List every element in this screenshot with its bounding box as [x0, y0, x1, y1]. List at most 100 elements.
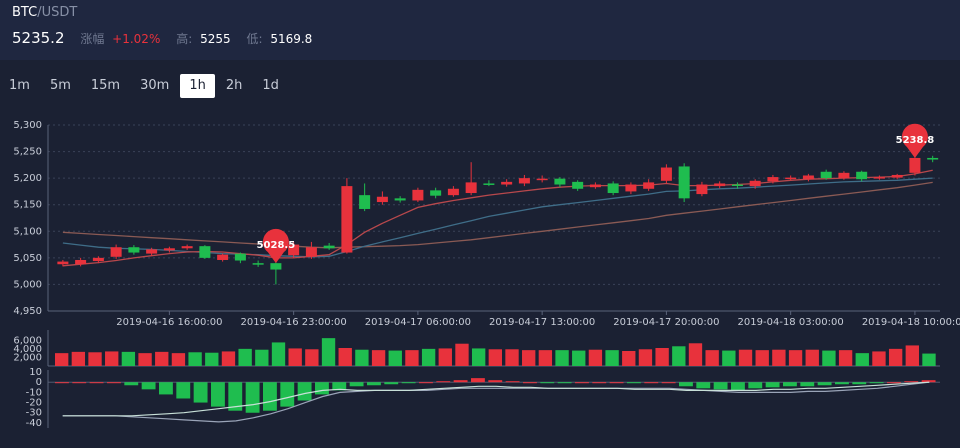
price-axis-label: 4,950 [13, 306, 42, 317]
volume-bar [572, 350, 586, 366]
price-axis-label: 5,000 [13, 279, 42, 290]
macd-hist-bar [783, 382, 797, 387]
macd-hist-bar [765, 382, 780, 388]
candle-body [891, 174, 903, 178]
macd-hist-bar [453, 380, 468, 383]
candle-body [483, 183, 495, 185]
candle-body [501, 181, 513, 185]
tab-1h[interactable]: 1h [180, 74, 215, 98]
tab-15m[interactable]: 15m [82, 74, 129, 98]
macd-hist-bar [55, 382, 69, 384]
tab-1d[interactable]: 1d [253, 74, 288, 98]
macd-hist-bar [419, 382, 433, 384]
macd-signal-line [62, 381, 930, 423]
volume-bar [488, 349, 503, 366]
volume-bar [421, 348, 436, 366]
volume-bar [755, 350, 769, 366]
macd-hist-bar [575, 382, 589, 384]
volume-bar [588, 349, 603, 366]
price-axis-label: 5,050 [13, 253, 42, 264]
macd-hist-bar [297, 382, 312, 401]
volume-bar [905, 345, 919, 366]
candle-body [234, 253, 246, 261]
candle-body [731, 184, 743, 187]
candle-body [785, 177, 797, 180]
candle-body [305, 247, 317, 257]
volume-bar [788, 350, 803, 366]
volume-bar [121, 351, 136, 366]
volume-bar [55, 353, 69, 366]
macd-hist-bar [176, 382, 191, 399]
volume-bar [505, 349, 519, 366]
volume-bar [88, 352, 102, 366]
volume-bar [538, 350, 553, 366]
macd-hist-bar [731, 382, 745, 391]
time-axis-label: 2019-04-16 16:00:00 [116, 317, 222, 328]
volume-bar [221, 351, 236, 366]
volume-bar [321, 338, 336, 366]
candle-body [394, 198, 406, 201]
kline-chart[interactable]: 5,300 5,250 5,200 5,150 5,100 5,050 5,000 4,950… [0, 108, 960, 444]
kline-chart-area[interactable]: 5,300 5,250 5,200 5,150 5,100 5,050 5,000 4,950… [0, 108, 960, 444]
pair-base: BTC [12, 5, 38, 20]
candle-body [217, 254, 229, 260]
time-axis-label: 2019-04-18 10:00:00 [862, 317, 960, 328]
volume-bar [171, 353, 186, 366]
macd-hist-bar [315, 382, 329, 395]
high-value: 5255 [200, 32, 231, 46]
time-axis-label: 2019-04-17 06:00:00 [365, 317, 471, 328]
candle-body [660, 167, 672, 181]
candle-body [270, 263, 282, 270]
volume-bar [638, 349, 653, 366]
candle-body [199, 246, 211, 258]
ticker-stats: 5235.2 涨幅 +1.02% 高: 5255 低: 5169.8 [12, 29, 324, 47]
candle-body [146, 249, 158, 254]
candle-body [589, 184, 601, 188]
macd-hist-bar [592, 382, 607, 384]
macd-hist-bar [540, 382, 555, 384]
volume-bar [188, 352, 202, 366]
macd-hist-bar [193, 382, 208, 403]
tab-5m[interactable]: 5m [41, 74, 80, 98]
candle-body [572, 181, 584, 189]
volume-bar [271, 342, 286, 366]
candle-body [802, 175, 814, 180]
volume-bar [855, 353, 869, 366]
volume-bar [922, 353, 936, 366]
candle-body [909, 157, 921, 173]
candle-body [92, 257, 104, 262]
macd-hist-bar [471, 378, 485, 383]
high-label: 高: [176, 32, 193, 46]
volume-bar [888, 348, 903, 366]
ma-line-mid [62, 177, 933, 258]
candle-body [465, 182, 477, 194]
macd-hist-bar [505, 381, 520, 383]
candle-body [430, 190, 442, 196]
macd-hist-bar [124, 382, 139, 386]
candle-body [625, 184, 637, 192]
tab-2h[interactable]: 2h [217, 74, 252, 98]
candle-body [341, 186, 353, 253]
candle-body [749, 180, 761, 187]
macd-hist-bar [211, 382, 225, 407]
macd-hist-bar [349, 382, 364, 387]
macd-axis-label: -40 [26, 418, 42, 429]
time-axis-label: 2019-04-17 13:00:00 [489, 317, 595, 328]
volume-bar [355, 349, 369, 366]
change-value: +1.02% [112, 32, 161, 46]
candle-body [767, 177, 779, 182]
volume-bar [872, 351, 886, 366]
tab-1m[interactable]: 1m [0, 74, 39, 98]
macd-hist-bar [367, 382, 381, 386]
macd-hist-bar [661, 382, 676, 384]
macd-hist-bar [817, 382, 832, 386]
tab-30m[interactable]: 30m [131, 74, 178, 98]
candle-body [75, 259, 87, 265]
candle-body [643, 182, 655, 189]
volume-bar [605, 350, 619, 366]
macd-hist-bar [401, 382, 416, 384]
candle-body [447, 188, 459, 196]
volume-bar [655, 348, 669, 366]
macd-hist-bar [800, 382, 815, 387]
macd-hist-bar [384, 382, 399, 385]
